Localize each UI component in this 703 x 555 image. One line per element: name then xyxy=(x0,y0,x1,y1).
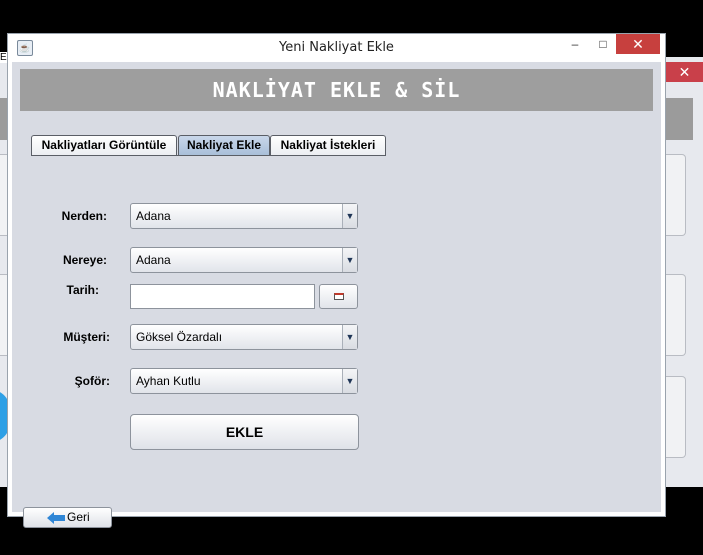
date-picker-button[interactable] xyxy=(319,284,358,309)
musteri-label: Müşteri: xyxy=(63,330,110,344)
tab-divider xyxy=(31,155,386,156)
tab-nakliyatlari-goruntule[interactable]: Nakliyatları Görüntüle xyxy=(31,135,177,155)
nereye-combo[interactable]: Adana ▼ xyxy=(130,247,358,273)
chevron-down-icon[interactable]: ▼ xyxy=(342,248,357,272)
ekle-button[interactable]: EKLE xyxy=(130,414,359,450)
close-button[interactable]: ✕ xyxy=(616,34,660,54)
chevron-down-icon[interactable]: ▼ xyxy=(342,369,357,393)
background-panel xyxy=(666,154,686,236)
geri-button[interactable]: Geri xyxy=(23,507,112,528)
background-panel xyxy=(666,376,686,458)
back-arrow-icon xyxy=(47,512,65,524)
nereye-label: Nereye: xyxy=(62,253,107,267)
content-panel: NAKLİYAT EKLE & SİL Nakliyatları Görüntü… xyxy=(12,62,661,528)
nerden-label: Nerden: xyxy=(61,209,107,223)
geri-label: Geri xyxy=(67,510,90,524)
tab-nakliyat-ekle[interactable]: Nakliyat Ekle xyxy=(178,135,270,155)
background-panel xyxy=(666,274,686,356)
chevron-down-icon[interactable]: ▼ xyxy=(342,325,357,349)
title-bar[interactable]: ☕ Yeni Nakliyat Ekle – □ ✕ xyxy=(8,34,665,62)
background-header-strip-right xyxy=(666,98,693,140)
chevron-down-icon[interactable]: ▼ xyxy=(342,204,357,228)
minimize-button[interactable]: – xyxy=(562,34,588,54)
sofor-label: Şoför: xyxy=(74,374,110,388)
calendar-icon xyxy=(334,293,344,300)
tarih-label: Tarih: xyxy=(66,283,99,297)
yeni-nakliyat-window: ☕ Yeni Nakliyat Ekle – □ ✕ NAKLİYAT EKLE… xyxy=(7,33,666,528)
nerden-value: Adana xyxy=(136,209,171,223)
background-edge-text: E xyxy=(0,52,7,63)
musteri-value: Göksel Özardalı xyxy=(136,330,223,344)
sofor-value: Ayhan Kutlu xyxy=(136,374,201,388)
musteri-combo[interactable]: Göksel Özardalı ▼ xyxy=(130,324,358,350)
sofor-combo[interactable]: Ayhan Kutlu ▼ xyxy=(130,368,358,394)
nereye-value: Adana xyxy=(136,253,171,267)
nerden-combo[interactable]: Adana ▼ xyxy=(130,203,358,229)
tarih-field[interactable] xyxy=(130,284,315,309)
maximize-button[interactable]: □ xyxy=(590,34,616,54)
tab-nakliyat-istekleri[interactable]: Nakliyat İstekleri xyxy=(270,135,386,155)
background-close-button[interactable]: ✕ xyxy=(666,62,703,82)
page-title: NAKLİYAT EKLE & SİL xyxy=(20,69,653,111)
